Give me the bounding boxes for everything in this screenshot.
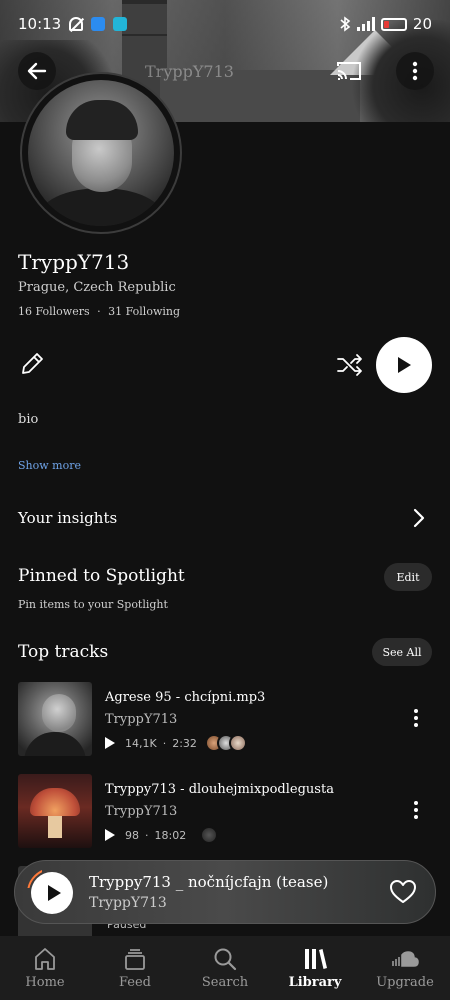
chevron-right-icon[interactable]: [410, 507, 428, 529]
nav-upgrade[interactable]: Upgrade: [360, 936, 450, 1000]
status-bar: 10:13 20: [0, 0, 450, 48]
cast-button[interactable]: [330, 52, 368, 90]
track-duration: 2:32: [172, 736, 197, 750]
play-count-icon: [105, 829, 115, 841]
back-button[interactable]: [18, 52, 56, 90]
nav-search-label: Search: [201, 975, 249, 990]
followers-count[interactable]: 16 Followers: [18, 305, 90, 318]
back-arrow-icon: [27, 62, 47, 80]
more-vertical-icon: [412, 61, 418, 81]
track-title: Agrese 95 - chcípni.mp3: [105, 690, 266, 705]
track-meta: 14,1K · 2:32: [105, 734, 247, 752]
track-artwork: [18, 774, 92, 848]
nav-library[interactable]: Library: [270, 936, 360, 1000]
play-profile-button[interactable]: [376, 337, 432, 393]
upload-notification-icon: [113, 17, 128, 31]
your-insights-row[interactable]: Your insights: [18, 509, 117, 527]
soundcloud-icon: [392, 951, 419, 967]
cast-icon: [337, 62, 361, 80]
track-artist: TryppY713: [105, 712, 178, 727]
nav-upgrade-label: Upgrade: [376, 975, 434, 990]
nav-library-label: Library: [288, 975, 342, 990]
battery-level: 20: [412, 15, 432, 33]
banner-title: TryppY713: [145, 62, 234, 81]
track-artist: TryppY713: [105, 804, 178, 819]
liker-avatar: [228, 734, 247, 752]
nav-feed-label: Feed: [118, 975, 152, 990]
feed-icon: [125, 949, 145, 970]
nav-home[interactable]: Home: [0, 936, 90, 1000]
nav-home-label: Home: [25, 975, 65, 990]
play-count: 98: [125, 828, 139, 842]
following-count[interactable]: 31 Following: [108, 305, 180, 318]
bottom-navigation: Home Feed Search Library Upgrade: [0, 936, 450, 1000]
play-count-icon: [105, 737, 115, 749]
mini-player[interactable]: Tryppy713 _ nočníjcfajn (tease) TryppY71…: [14, 860, 436, 924]
app-notification-icon: [91, 17, 106, 31]
pencil-icon[interactable]: [18, 350, 46, 378]
track-more-icon[interactable]: [414, 801, 418, 819]
mute-bell-icon: [69, 17, 84, 31]
battery-icon: [380, 17, 407, 31]
follow-separator: ·: [97, 305, 101, 318]
nav-search[interactable]: Search: [180, 936, 270, 1000]
more-options-button[interactable]: [396, 52, 434, 90]
see-all-button[interactable]: See All: [372, 638, 432, 666]
liker-avatar: [200, 826, 219, 844]
edit-spotlight-button[interactable]: Edit: [384, 563, 432, 591]
play-count: 14,1K: [125, 736, 157, 750]
track-artwork: [18, 682, 92, 756]
profile-location: Prague, Czech Republic: [18, 280, 176, 295]
track-row[interactable]: Agrese 95 - chcípni.mp3 TryppY713 14,1K …: [18, 682, 432, 756]
profile-bio: bio: [18, 412, 39, 427]
track-row[interactable]: Tryppy713 - dlouhejmixpodlegusta TryppY7…: [18, 774, 432, 848]
spotlight-hint: Pin items to your Spotlight: [18, 598, 168, 611]
avatar-photo: [28, 80, 174, 226]
play-icon: [47, 885, 61, 901]
status-time: 10:13: [18, 15, 62, 33]
home-icon: [35, 948, 55, 970]
nav-feed[interactable]: Feed: [90, 936, 180, 1000]
shuffle-icon[interactable]: [336, 352, 364, 378]
player-artist: TryppY713: [89, 895, 167, 911]
track-title: Tryppy713 - dlouhejmixpodlegusta: [105, 782, 334, 797]
follow-stats: 16 Followers · 31 Following: [18, 305, 180, 318]
track-duration: 18:02: [154, 828, 187, 842]
player-track-title: Tryppy713 _ nočníjcfajn (tease): [89, 873, 329, 891]
library-icon: [305, 949, 327, 969]
profile-name: TryppY713: [18, 250, 130, 274]
track-meta: 98 · 18:02: [105, 826, 219, 844]
profile-avatar[interactable]: [20, 72, 182, 234]
search-icon: [214, 948, 237, 971]
mini-play-button[interactable]: [31, 872, 73, 914]
spotlight-title: Pinned to Spotlight: [18, 566, 185, 586]
top-tracks-title: Top tracks: [18, 642, 109, 662]
bluetooth-icon: [340, 16, 351, 32]
track-more-icon[interactable]: [414, 709, 418, 727]
heart-icon[interactable]: [389, 879, 417, 905]
play-icon: [398, 357, 411, 373]
signal-icon: [356, 17, 375, 31]
show-more-link[interactable]: Show more: [18, 459, 81, 472]
